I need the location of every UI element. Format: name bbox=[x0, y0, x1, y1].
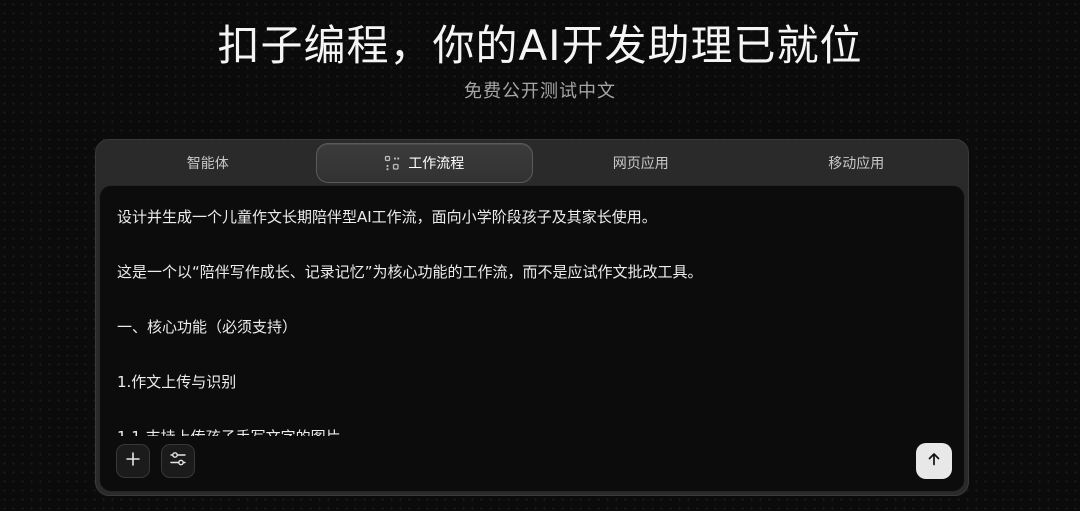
mode-tabs: 智能体 工作流程 网页应用 移动应用 bbox=[100, 143, 964, 183]
prompt-paragraph: 一、核心功能（必须支持） bbox=[117, 318, 298, 336]
sliders-icon bbox=[169, 450, 187, 472]
tab-agent[interactable]: 智能体 bbox=[100, 143, 316, 183]
send-button[interactable] bbox=[916, 443, 952, 479]
prompt-paragraph: 1.1 支持上传孩子手写文字的图片 bbox=[117, 424, 944, 436]
prompt-paragraph: 设计并生成一个儿童作文长期陪伴型AI工作流，面向小学阶段孩子及其家长使用。 bbox=[117, 208, 657, 226]
tab-workflow[interactable]: 工作流程 bbox=[315, 143, 533, 183]
settings-button[interactable] bbox=[161, 444, 195, 478]
tab-label: 智能体 bbox=[186, 156, 229, 172]
page-subtitle: 免费公开测试中文 bbox=[464, 81, 616, 102]
page-title: 扣子编程，你的AI开发助理已就位 bbox=[217, 21, 863, 70]
prompt-editor[interactable]: 设计并生成一个儿童作文长期陪伴型AI工作流，面向小学阶段孩子及其家长使用。 这是… bbox=[99, 185, 965, 492]
arrow-up-icon bbox=[926, 451, 942, 471]
tab-label: 网页应用 bbox=[612, 156, 669, 172]
prompt-paragraph: 1.作文上传与识别 bbox=[117, 373, 237, 391]
plus-icon bbox=[125, 451, 141, 471]
prompt-paragraph: 这是一个以“陪伴写作成长、记录记忆”为核心功能的工作流，而不是应试作文批改工具。 bbox=[117, 263, 703, 281]
tab-label: 移动应用 bbox=[828, 156, 885, 172]
tab-web-app[interactable]: 网页应用 bbox=[533, 143, 749, 183]
prompt-panel: 智能体 工作流程 网页应用 移动应用 设计并生成一个儿童作文长期陪伴型AI工作流… bbox=[95, 139, 969, 496]
add-button[interactable] bbox=[116, 444, 150, 478]
workflow-icon bbox=[384, 155, 400, 171]
tab-mobile-app[interactable]: 移动应用 bbox=[749, 143, 965, 183]
tab-label: 工作流程 bbox=[408, 156, 465, 172]
prompt-text[interactable]: 设计并生成一个儿童作文长期陪伴型AI工作流，面向小学阶段孩子及其家长使用。 这是… bbox=[117, 204, 944, 436]
